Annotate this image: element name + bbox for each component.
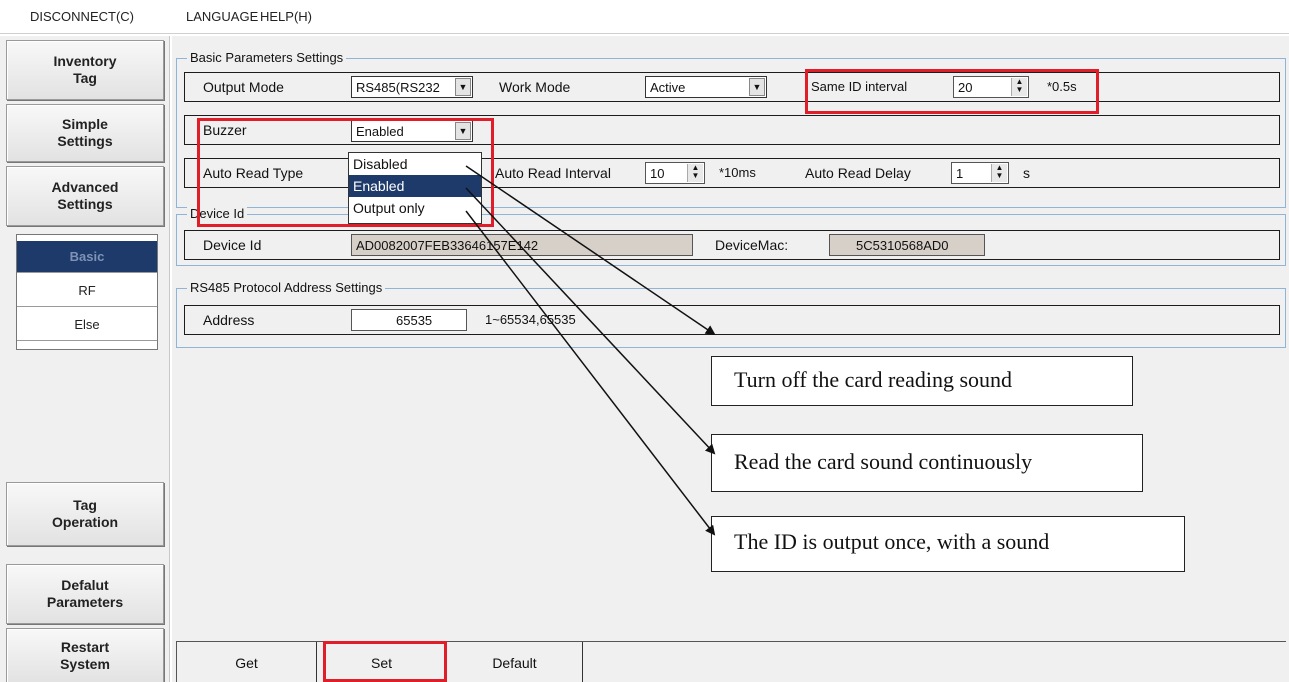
sidebar: Inventory Tag Simple Settings Advanced S… xyxy=(0,36,170,682)
auto-read-interval-label: Auto Read Interval xyxy=(495,165,611,181)
auto-read-delay-stepper[interactable]: 1 ▲ ▼ xyxy=(951,162,1009,184)
stepper-arrows-icon[interactable]: ▲ ▼ xyxy=(991,164,1007,182)
address-value: 65535 xyxy=(396,313,433,328)
sidebar-restart-system-button[interactable]: Restart System xyxy=(6,628,164,682)
address-input[interactable]: 65535 xyxy=(351,309,467,331)
sidebar-advanced-settings-button[interactable]: Advanced Settings xyxy=(6,166,164,226)
sidebar-inventory-tag-button[interactable]: Inventory Tag xyxy=(6,40,164,100)
sidebar-tag-operation-label: Tag Operation xyxy=(51,497,119,530)
device-id-label: Device Id xyxy=(203,237,262,253)
sidebar-tag-operation-button[interactable]: Tag Operation xyxy=(6,482,164,546)
sidebar-simple-settings-label: Simple Settings xyxy=(57,116,113,149)
menu-help[interactable]: HELP(H) xyxy=(260,9,312,24)
sidebar-inventory-tag-label: Inventory Tag xyxy=(53,53,117,86)
basic-parameters-title: Basic Parameters Settings xyxy=(187,50,347,65)
device-id-field: AD0082007FEB33646157E142 xyxy=(351,234,693,256)
advanced-subnav: Basic RF Else xyxy=(16,234,158,350)
device-mac-field: 5C5310568AD0 xyxy=(829,234,985,256)
sidebar-default-parameters-label: Defalut Parameters xyxy=(46,577,124,610)
menu-language[interactable]: LANGUAGE xyxy=(186,9,258,24)
callout-enabled: Read the card sound continuously xyxy=(711,434,1143,492)
address-row: Address 65535 1~65534,65535 xyxy=(184,305,1280,335)
work-mode-label: Work Mode xyxy=(499,79,571,95)
set-highlight-box xyxy=(323,641,447,682)
chevron-down-icon: ▼ xyxy=(749,78,765,96)
output-mode-label: Output Mode xyxy=(203,79,284,95)
work-mode-select[interactable]: Active ▼ xyxy=(645,76,767,98)
sidebar-advanced-settings-label: Advanced Settings xyxy=(51,179,119,212)
sidebar-restart-system-label: Restart System xyxy=(60,639,110,672)
auto-read-delay-unit: s xyxy=(1023,165,1030,181)
callout-disabled: Turn off the card reading sound xyxy=(711,356,1133,406)
auto-read-delay-value: 1 xyxy=(956,166,964,181)
work-mode-value: Active xyxy=(650,80,686,95)
chevron-down-icon: ▼ xyxy=(455,78,471,96)
auto-read-interval-value: 10 xyxy=(650,166,665,181)
device-id-row: Device Id AD0082007FEB33646157E142 Devic… xyxy=(184,230,1280,260)
menu-disconnect[interactable]: DISCONNECT(C) xyxy=(30,9,134,24)
device-id-value: AD0082007FEB33646157E142 xyxy=(356,238,539,253)
callout-output-only: The ID is output once, with a sound xyxy=(711,516,1185,572)
stepper-arrows-icon[interactable]: ▲ ▼ xyxy=(687,164,703,182)
output-mode-select[interactable]: RS485(RS232 ▼ xyxy=(351,76,473,98)
subnav-item-basic[interactable]: Basic xyxy=(17,241,157,273)
auto-read-interval-unit: *10ms xyxy=(719,165,756,180)
get-button[interactable]: Get xyxy=(177,642,317,682)
device-mac-value: 5C5310568AD0 xyxy=(856,238,949,253)
address-label: Address xyxy=(203,312,255,328)
menu-bar: DISCONNECT(C) LANGUAGE HELP(H) xyxy=(0,0,1289,34)
default-button[interactable]: Default xyxy=(447,642,583,682)
auto-read-interval-stepper[interactable]: 10 ▲ ▼ xyxy=(645,162,705,184)
subnav-item-rf[interactable]: RF xyxy=(17,275,157,307)
subnav-item-else[interactable]: Else xyxy=(17,309,157,341)
sidebar-default-parameters-button[interactable]: Defalut Parameters xyxy=(6,564,164,624)
address-range-hint: 1~65534,65535 xyxy=(485,312,576,327)
output-mode-value: RS485(RS232 xyxy=(356,80,440,95)
same-id-highlight-box xyxy=(805,69,1099,114)
rs485-title: RS485 Protocol Address Settings xyxy=(187,280,386,295)
buzzer-highlight-box xyxy=(197,118,494,227)
sidebar-simple-settings-button[interactable]: Simple Settings xyxy=(6,104,164,162)
auto-read-delay-label: Auto Read Delay xyxy=(805,165,911,181)
device-mac-label: DeviceMac: xyxy=(715,237,789,253)
output-mode-row: Output Mode RS485(RS232 ▼ Work Mode Acti… xyxy=(184,72,1280,102)
